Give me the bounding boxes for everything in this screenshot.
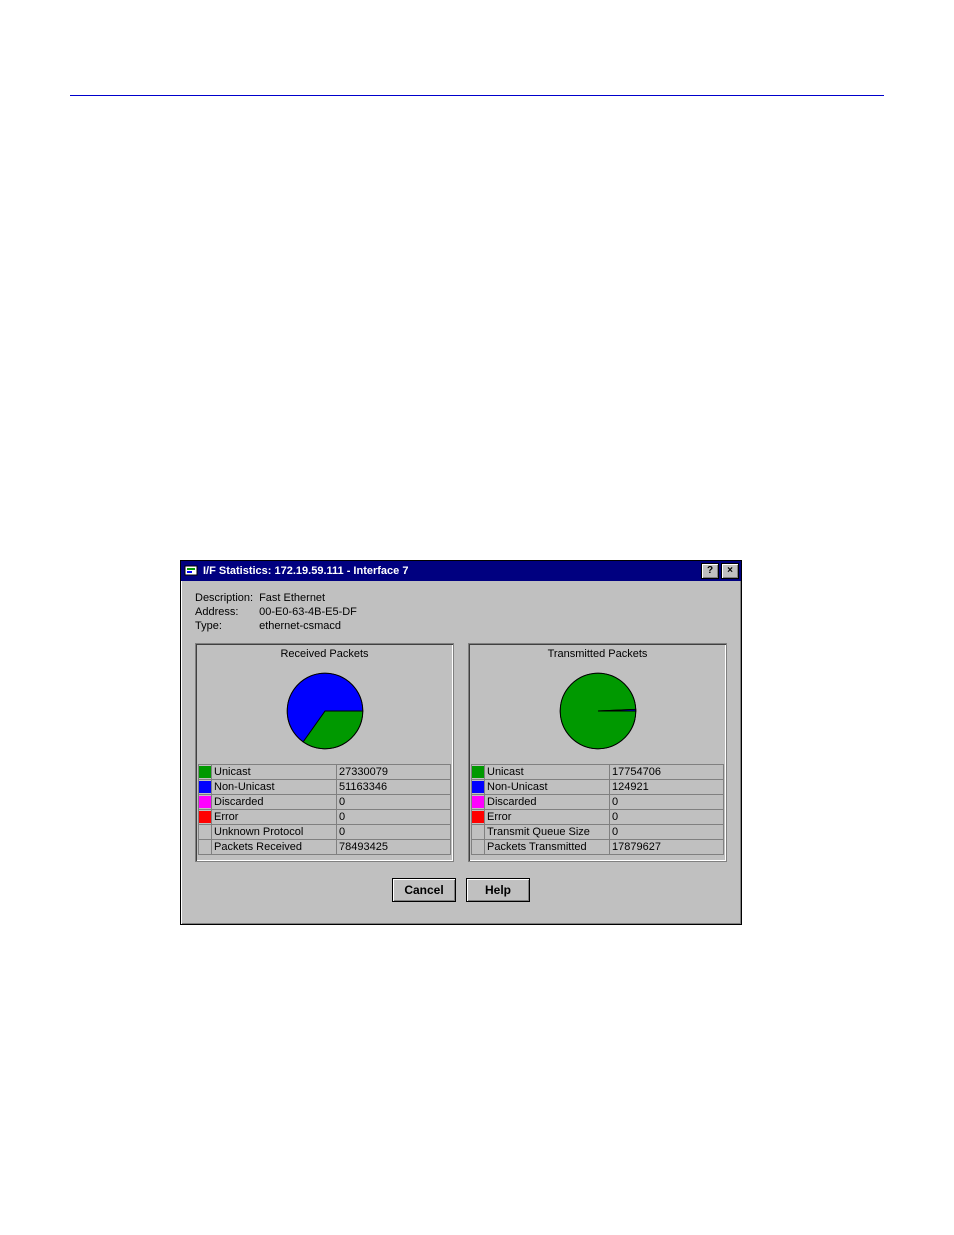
received-pie-chart xyxy=(280,666,370,756)
type-label: Type: xyxy=(195,619,259,633)
received-stats-table: Unicast27330079Non-Unicast51163346Discar… xyxy=(198,764,451,855)
color-swatch-cell xyxy=(472,780,485,795)
stat-label: Unicast xyxy=(485,765,610,780)
stat-value: 124921 xyxy=(610,780,724,795)
help-button-bottom[interactable]: Help xyxy=(466,878,530,902)
stat-row: Packets Transmitted17879627 xyxy=(472,840,724,855)
stat-value: 17754706 xyxy=(610,765,724,780)
stat-value: 78493425 xyxy=(337,840,451,855)
close-button[interactable]: × xyxy=(721,563,739,579)
stat-label: Packets Received xyxy=(212,840,337,855)
color-swatch xyxy=(199,766,211,778)
stat-row: Packets Received78493425 xyxy=(199,840,451,855)
color-swatch-cell xyxy=(472,795,485,810)
color-swatch-cell xyxy=(199,780,212,795)
app-icon xyxy=(183,563,199,579)
color-swatch-cell xyxy=(472,840,485,855)
help-button[interactable]: ? xyxy=(701,563,719,579)
description-value: Fast Ethernet xyxy=(259,591,363,605)
received-title: Received Packets xyxy=(198,646,451,664)
stat-row: Unicast17754706 xyxy=(472,765,724,780)
color-swatch-cell xyxy=(472,810,485,825)
client-area: Description: Fast Ethernet Address: 00-E… xyxy=(181,581,741,924)
stat-row: Error0 xyxy=(199,810,451,825)
color-swatch-cell xyxy=(199,810,212,825)
stat-row: Unicast27330079 xyxy=(199,765,451,780)
color-swatch-cell xyxy=(199,795,212,810)
cancel-button[interactable]: Cancel xyxy=(392,878,456,902)
stat-label: Error xyxy=(212,810,337,825)
address-value: 00-E0-63-4B-E5-DF xyxy=(259,605,363,619)
color-swatch xyxy=(472,781,484,793)
color-swatch-cell xyxy=(472,765,485,780)
color-swatch xyxy=(472,811,484,823)
stat-value: 51163346 xyxy=(337,780,451,795)
stat-label: Non-Unicast xyxy=(485,780,610,795)
received-panel: Received Packets Unicast27330079Non-Unic… xyxy=(195,643,454,862)
color-swatch xyxy=(199,811,211,823)
if-statistics-window: I/F Statistics: 172.19.59.111 - Interfac… xyxy=(180,560,742,925)
stat-value: 0 xyxy=(337,810,451,825)
window-title: I/F Statistics: 172.19.59.111 - Interfac… xyxy=(203,565,699,577)
stat-label: Discarded xyxy=(485,795,610,810)
stat-value: 17879627 xyxy=(610,840,724,855)
type-value: ethernet-csmacd xyxy=(259,619,363,633)
interface-info: Description: Fast Ethernet Address: 00-E… xyxy=(195,591,363,633)
address-label: Address: xyxy=(195,605,259,619)
color-swatch xyxy=(199,781,211,793)
stat-label: Unknown Protocol xyxy=(212,825,337,840)
color-swatch xyxy=(472,766,484,778)
transmitted-title: Transmitted Packets xyxy=(471,646,724,664)
transmitted-pie-chart xyxy=(553,666,643,756)
color-swatch-cell xyxy=(199,765,212,780)
stat-label: Error xyxy=(485,810,610,825)
color-swatch-cell xyxy=(472,825,485,840)
stat-label: Packets Transmitted xyxy=(485,840,610,855)
stat-row: Error0 xyxy=(472,810,724,825)
stat-row: Discarded0 xyxy=(472,795,724,810)
stat-label: Discarded xyxy=(212,795,337,810)
stat-row: Discarded0 xyxy=(199,795,451,810)
stat-row: Transmit Queue Size0 xyxy=(472,825,724,840)
color-swatch-cell xyxy=(199,840,212,855)
color-swatch xyxy=(472,796,484,808)
transmitted-stats-table: Unicast17754706Non-Unicast124921Discarde… xyxy=(471,764,724,855)
color-swatch-cell xyxy=(199,825,212,840)
stat-value: 27330079 xyxy=(337,765,451,780)
stat-row: Unknown Protocol0 xyxy=(199,825,451,840)
stat-label: Transmit Queue Size xyxy=(485,825,610,840)
page-divider xyxy=(70,95,884,96)
titlebar[interactable]: I/F Statistics: 172.19.59.111 - Interfac… xyxy=(181,561,741,581)
stat-value: 0 xyxy=(610,795,724,810)
description-label: Description: xyxy=(195,591,259,605)
stat-value: 0 xyxy=(610,825,724,840)
stat-label: Non-Unicast xyxy=(212,780,337,795)
stat-row: Non-Unicast51163346 xyxy=(199,780,451,795)
stat-value: 0 xyxy=(337,795,451,810)
stat-value: 0 xyxy=(610,810,724,825)
stat-value: 0 xyxy=(337,825,451,840)
stat-row: Non-Unicast124921 xyxy=(472,780,724,795)
color-swatch xyxy=(199,796,211,808)
transmitted-panel: Transmitted Packets Unicast17754706Non-U… xyxy=(468,643,727,862)
stat-label: Unicast xyxy=(212,765,337,780)
